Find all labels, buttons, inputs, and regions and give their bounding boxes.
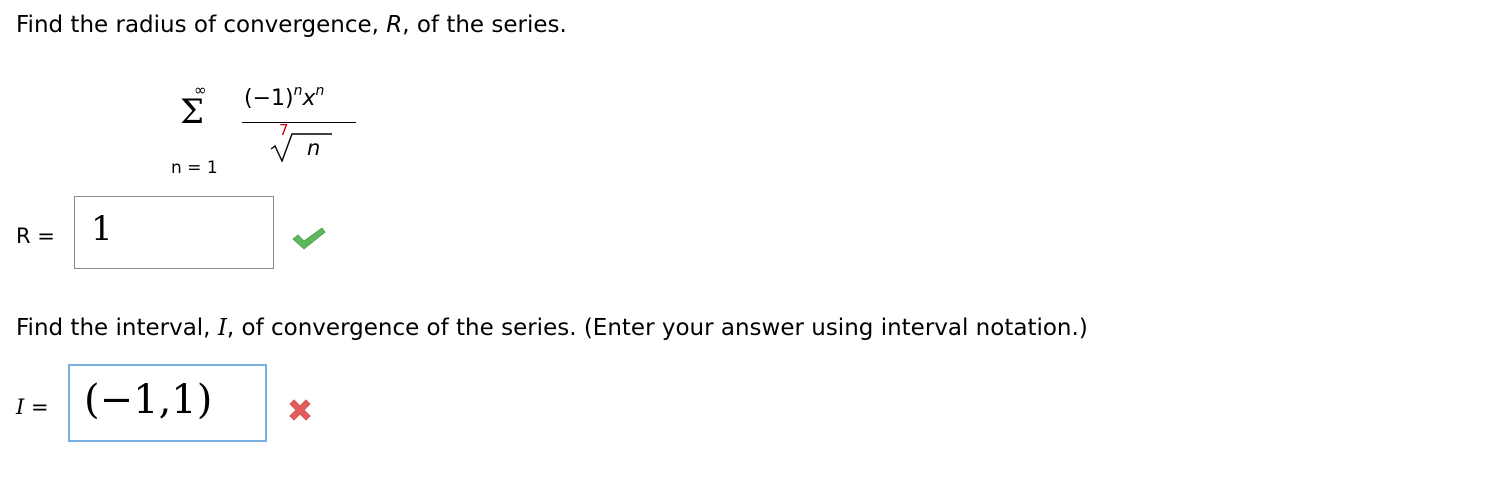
- numerator-base: (−1): [244, 86, 294, 111]
- numerator-exponent-1: n: [293, 82, 303, 99]
- radius-answer-label: R =: [16, 224, 55, 248]
- radicand: n: [307, 136, 321, 160]
- radical-sign-icon: [270, 133, 332, 162]
- correct-check-icon: [292, 227, 326, 250]
- question-radius-suffix: , of the series.: [402, 12, 567, 38]
- radius-label-eq: =: [30, 224, 55, 248]
- question-radius-prefix: Find the radius of convergence,: [16, 12, 387, 38]
- numerator-x: x: [302, 86, 316, 111]
- interval-label-eq: =: [24, 395, 49, 419]
- sigma-symbol: Σ: [180, 92, 205, 132]
- radius-answer-input[interactable]: 1: [74, 196, 274, 269]
- interval-answer-value: (−1,1): [84, 377, 213, 423]
- radius-answer-value: 1: [91, 209, 113, 249]
- series-formula: ∞ Σ n = 1 (−1)nxn 7 n: [160, 80, 370, 180]
- incorrect-x-icon: [289, 399, 311, 421]
- question-interval-text: Find the interval, I, of convergence of …: [16, 313, 1088, 343]
- interval-answer-label: I =: [16, 395, 49, 419]
- sum-lower-limit: n = 1: [171, 158, 218, 178]
- question-interval-var: I: [217, 315, 227, 341]
- question-interval-suffix: , of convergence of the series. (Enter y…: [226, 315, 1088, 341]
- radius-label-var: R: [16, 224, 31, 248]
- interval-answer-input[interactable]: (−1,1): [68, 364, 267, 442]
- fraction-bar: [242, 122, 356, 123]
- question-radius-var: R: [386, 12, 403, 38]
- question-interval-prefix: Find the interval,: [16, 315, 218, 341]
- fraction-numerator: (−1)nxn: [244, 82, 325, 112]
- numerator-exponent-2: n: [315, 82, 325, 99]
- question-radius-text: Find the radius of convergence, R, of th…: [16, 10, 567, 40]
